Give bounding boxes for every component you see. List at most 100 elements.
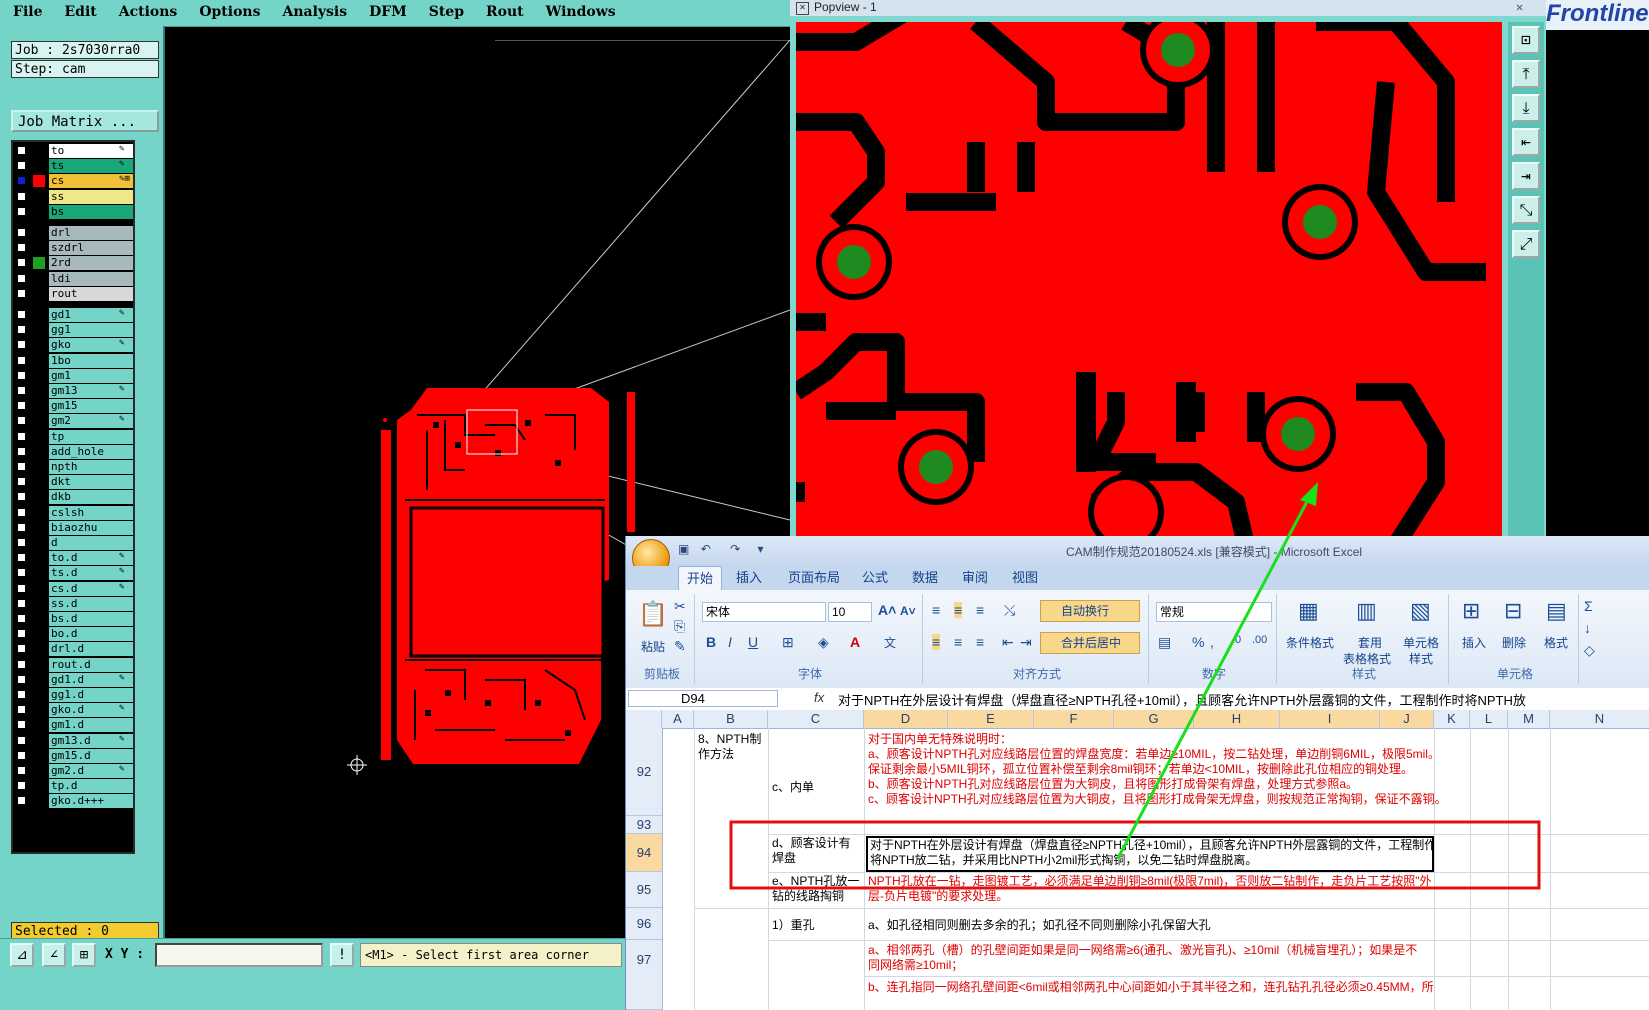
layer-name[interactable]: bs.d xyxy=(49,612,133,626)
format-as-table-button-line1[interactable]: 套用 xyxy=(1342,634,1398,651)
layer-color-swatch[interactable] xyxy=(33,583,45,595)
layer-color-swatch[interactable] xyxy=(33,719,45,731)
align-bottom-icon[interactable]: ≡ xyxy=(976,602,984,618)
layer-checkbox[interactable] xyxy=(17,720,26,730)
layer-checkbox[interactable] xyxy=(17,386,26,395)
layer-checkbox[interactable] xyxy=(17,705,26,715)
layer-row-gko-d[interactable]: gko.d ✎ xyxy=(13,703,133,718)
tab-home[interactable]: 开始 xyxy=(678,566,723,591)
comma-icon[interactable]: , xyxy=(1210,634,1214,650)
cell-d97-line2[interactable]: 同网络需≥10mil； xyxy=(868,958,1448,973)
layer-row-ss[interactable]: ss xyxy=(13,189,133,204)
layer-name[interactable]: gm1 xyxy=(49,368,133,383)
format-painter-icon[interactable]: ✎ xyxy=(674,638,686,655)
italic-icon[interactable]: I xyxy=(728,634,732,650)
layer-row-bs-d[interactable]: bs.d xyxy=(13,612,133,626)
layer-checkbox[interactable] xyxy=(17,522,26,532)
cell-d95-line2[interactable]: 层-负片电镀"的要求处理。 xyxy=(868,889,1448,904)
paste-icon[interactable]: 📋 xyxy=(638,600,668,629)
insert-cells-icon[interactable]: ⊞ xyxy=(1462,598,1480,624)
layer-name[interactable]: gm15.d xyxy=(49,748,133,763)
window-close-small-icon[interactable]: ✕ xyxy=(796,2,809,15)
layer-row-tp-d[interactable]: tp.d xyxy=(13,779,133,794)
layer-checkbox[interactable] xyxy=(17,340,26,350)
layer-name[interactable]: 1bo xyxy=(49,353,133,368)
cell-c96[interactable]: 1）重孔 xyxy=(772,918,862,933)
layer-row-gm13-d[interactable]: gm13.d ✎ xyxy=(13,733,133,748)
layer-checkbox[interactable] xyxy=(17,370,26,380)
layer-checkbox[interactable] xyxy=(17,310,26,319)
layer-color-swatch[interactable] xyxy=(33,273,45,285)
layer-name[interactable]: gg1.d xyxy=(49,688,133,702)
layer-checkbox[interactable] xyxy=(17,191,26,201)
zoom-in-icon[interactable]: ⤢ xyxy=(1512,230,1540,258)
layer-color-swatch[interactable] xyxy=(33,750,45,762)
cell-b92[interactable]: 8、NPTH制作方法 xyxy=(698,732,766,762)
pan-right-icon[interactable]: ⇥ xyxy=(1512,162,1540,190)
layer-checkbox[interactable] xyxy=(17,538,26,547)
layer-checkbox[interactable] xyxy=(17,146,26,155)
layer-name[interactable]: gg1 xyxy=(49,323,133,338)
layer-checkbox[interactable] xyxy=(17,735,26,745)
layer-color-swatch[interactable] xyxy=(33,339,45,351)
column-header[interactable]: C xyxy=(768,710,864,728)
font-size-select[interactable]: 10 xyxy=(828,602,872,622)
align-right-icon[interactable]: ≡ xyxy=(976,634,984,650)
tab-insert[interactable]: 插入 xyxy=(728,566,770,590)
layer-color-swatch[interactable] xyxy=(33,689,45,701)
column-header[interactable]: D xyxy=(864,710,948,728)
layer-row-ss-d[interactable]: ss.d xyxy=(13,596,133,611)
align-left-icon[interactable]: ≡ xyxy=(932,634,941,650)
layer-checkbox[interactable] xyxy=(17,401,26,411)
layer-row-gm1-d[interactable]: gm1.d xyxy=(13,718,133,733)
fx-icon[interactable]: fx xyxy=(814,690,824,705)
layer-color-swatch[interactable] xyxy=(33,461,45,473)
layer-name[interactable]: ss xyxy=(49,189,133,204)
layer-checkbox[interactable] xyxy=(17,766,26,775)
layer-name[interactable]: d xyxy=(49,536,133,550)
layer-checkbox[interactable] xyxy=(17,288,26,298)
info-icon[interactable]: ! xyxy=(330,943,354,967)
layer-checkbox[interactable] xyxy=(17,325,26,335)
popview-canvas[interactable] xyxy=(796,22,1502,545)
cell-styles-icon[interactable]: ▧ xyxy=(1410,598,1431,624)
layer-row-gm15[interactable]: gm15 xyxy=(13,399,133,414)
layer-checkbox[interactable] xyxy=(17,206,26,216)
delete-cells-button[interactable]: 删除 xyxy=(1496,634,1532,651)
layer-name[interactable]: gm15 xyxy=(49,399,133,414)
layer-row-1bo[interactable]: 1bo xyxy=(13,353,133,368)
layer-name[interactable]: tp xyxy=(49,429,133,444)
redo-icon[interactable]: ↷ xyxy=(730,542,740,556)
layer-checkbox[interactable] xyxy=(17,228,26,237)
layer-name[interactable]: ss.d xyxy=(49,596,133,611)
layer-checkbox[interactable] xyxy=(17,161,26,171)
layer-checkbox[interactable] xyxy=(17,176,26,186)
bold-icon[interactable]: B xyxy=(706,634,716,650)
undo-icon[interactable]: ↶ xyxy=(701,542,711,556)
cell-d92-line4[interactable]: b、顾客设计NPTH孔对应线路层位置为大铜皮，且将图形打成骨架有焊盘，处理方式参… xyxy=(868,777,1448,792)
select-all-corner[interactable] xyxy=(626,710,662,728)
layer-color-swatch[interactable] xyxy=(33,288,45,300)
layer-color-swatch[interactable] xyxy=(33,206,45,218)
job-matrix-button[interactable]: Job Matrix ... xyxy=(11,110,159,132)
menu-step[interactable]: Step xyxy=(416,0,473,20)
layer-color-swatch[interactable] xyxy=(33,355,45,367)
layer-row-gd1-d[interactable]: gd1.d ✎ xyxy=(13,672,133,687)
column-header[interactable]: F xyxy=(1034,710,1114,728)
menu-edit[interactable]: Edit xyxy=(51,0,105,20)
tab-view[interactable]: 视图 xyxy=(1004,566,1046,590)
cell-d97-line1[interactable]: a、相邻两孔（槽）的孔壁间距如果是同一网络需≥6(通孔、激光盲孔)、≥10mil… xyxy=(868,943,1448,958)
layer-checkbox[interactable] xyxy=(17,477,26,487)
column-header[interactable]: B xyxy=(694,710,768,728)
format-cells-button[interactable]: 格式 xyxy=(1538,634,1574,651)
layer-name[interactable]: rout.d xyxy=(49,657,133,672)
cell-d97-line3[interactable]: b、连孔指同一网络孔壁间距<6mil或相邻两孔中心间距如小于其半径之和，连孔钻孔… xyxy=(868,980,1448,995)
layer-name[interactable]: dkt xyxy=(49,475,133,490)
layer-checkbox[interactable] xyxy=(17,273,26,283)
layer-checkbox[interactable] xyxy=(17,598,26,608)
layer-row-gm2-d[interactable]: gm2.d ✎ xyxy=(13,764,133,778)
layer-name[interactable]: gm1.d xyxy=(49,718,133,733)
layer-name[interactable]: bs xyxy=(49,204,133,219)
layer-color-swatch[interactable] xyxy=(33,175,45,188)
layer-row-dkt[interactable]: dkt xyxy=(13,475,133,490)
